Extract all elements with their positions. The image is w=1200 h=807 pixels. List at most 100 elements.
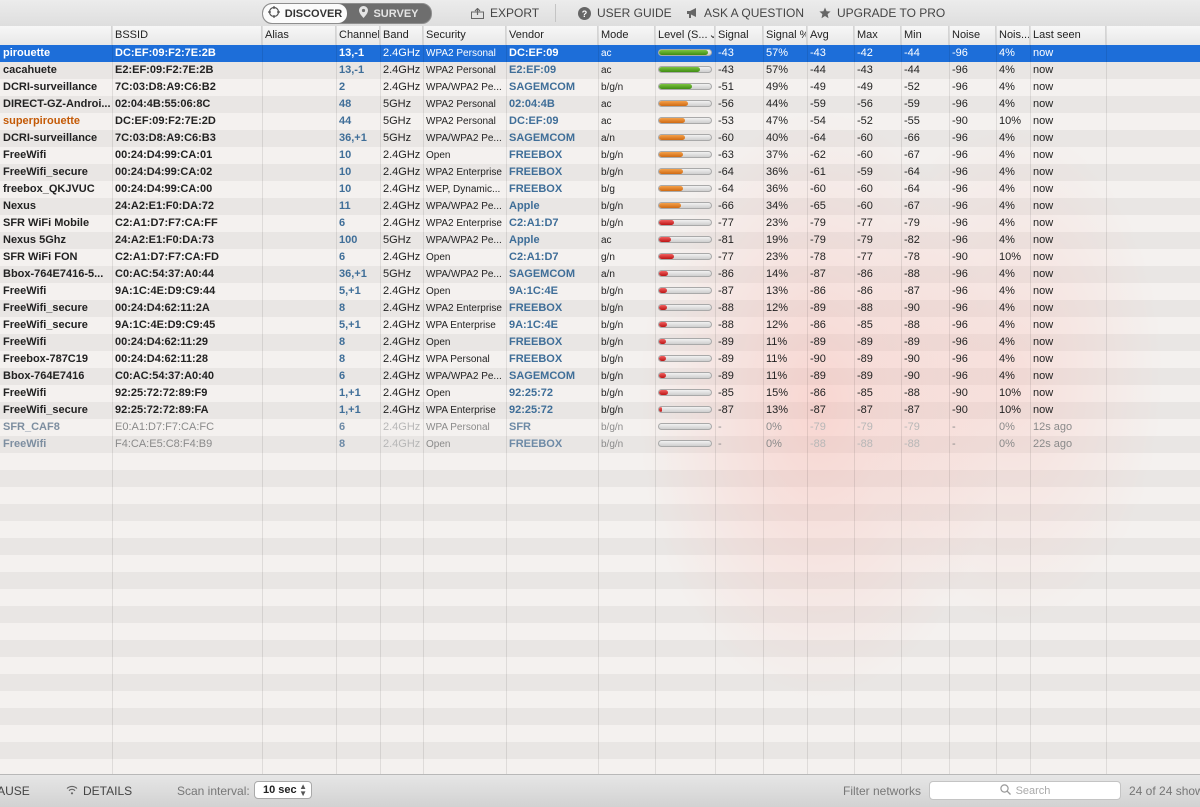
cell-max: -86 [857, 268, 873, 280]
cell-channel: 44 [339, 115, 352, 127]
survey-tab[interactable]: SURVEY [347, 4, 431, 23]
map-pin-icon [359, 6, 369, 21]
upgrade-button[interactable]: UPGRADE TO PRO [819, 6, 945, 20]
network-row[interactable]: SFR WiFi Mobile C2:A1:D7:F7:CA:FF 6 2.4GHz W… [0, 215, 1200, 232]
pause-button[interactable]: PAUSE [0, 784, 30, 798]
network-row[interactable]: Nexus 5Ghz 24:A2:E1:F0:DA:73 100 5GHz WPA/WP… [0, 232, 1200, 249]
cell-noise-pct: 10% [999, 404, 1022, 416]
column-header-signal-pct[interactable]: Signal % [763, 26, 807, 45]
signal-level-bar [658, 151, 712, 158]
column-header-mode[interactable]: Mode [598, 26, 655, 45]
cell-alias [262, 368, 336, 385]
cell-alias [262, 232, 336, 249]
column-header-channel[interactable]: Channel [336, 26, 380, 45]
cell-noise-pct: 4% [999, 268, 1015, 280]
cell-last-seen: now [1033, 64, 1054, 76]
network-row[interactable]: FreeWifi_secure 00:24:D4:62:11:2A 8 2.4GHz W… [0, 300, 1200, 317]
column-header-last-seen[interactable]: Last seen [1030, 26, 1106, 45]
cell-avg: -87 [810, 268, 826, 280]
user-guide-label: USER GUIDE [597, 6, 672, 20]
cell-last-seen: now [1033, 81, 1054, 93]
wifi-icon [66, 784, 78, 798]
cell-noise-pct: 0% [999, 438, 1015, 450]
cell-max: -79 [857, 234, 873, 246]
network-row[interactable]: Bbox-764E7416 C0:AC:54:37:A0:40 6 2.4GHz WPA… [0, 368, 1200, 385]
cell-bssid: F4:CA:E5:C8:F4:B9 [115, 438, 213, 450]
cell-noise: -96 [952, 64, 968, 76]
cell-noise-pct: 4% [999, 81, 1015, 93]
column-header-signal[interactable]: Signal [715, 26, 763, 45]
network-row[interactable]: cacahuete E2:EF:09:F2:7E:2B 13,-1 2.4GHz WPA… [0, 62, 1200, 79]
network-row[interactable]: Bbox-764E7416-5... C0:AC:54:37:A0:44 36,+1… [0, 266, 1200, 283]
network-row[interactable]: DCRI-surveillance 7C:03:D8:A9:C6:B3 36,+1 5… [0, 130, 1200, 147]
cell-noise-pct: 4% [999, 217, 1015, 229]
cell-network-name: Bbox-764E7416-5... [3, 268, 104, 280]
export-button[interactable]: EXPORT [471, 6, 539, 20]
cell-signal: -43 [718, 64, 734, 76]
cell-signal: -89 [718, 336, 734, 348]
network-row[interactable]: Nexus 24:A2:E1:F0:DA:72 11 2.4GHz WPA/WPA2 P… [0, 198, 1200, 215]
signal-level-bar [658, 117, 712, 124]
cell-max: -49 [857, 81, 873, 93]
cell-bssid: 9A:1C:4E:D9:C9:45 [115, 319, 216, 331]
cell-max: -86 [857, 285, 873, 297]
network-row[interactable]: FreeWifi 00:24:D4:62:11:29 8 2.4GHz Open FREE… [0, 334, 1200, 351]
column-header-noise-pct[interactable]: Nois... [996, 26, 1030, 45]
search-input[interactable]: Search [929, 781, 1121, 800]
cell-noise-pct: 4% [999, 370, 1015, 382]
cell-security: Open [426, 150, 451, 161]
network-row[interactable]: FreeWifi_secure 92:25:72:72:89:FA 1,+1 2.4G… [0, 402, 1200, 419]
network-row[interactable]: FreeWifi 00:24:D4:99:CA:01 10 2.4GHz Open FRE… [0, 147, 1200, 164]
network-row[interactable]: pirouette DC:EF:09:F2:7E:2B 13,-1 2.4GHz WPA… [0, 45, 1200, 62]
column-header-alias[interactable]: Alias [262, 26, 336, 45]
cell-channel: 13,-1 [339, 64, 365, 76]
details-button[interactable]: DETAILS [66, 784, 132, 798]
network-row[interactable]: FreeWifi F4:CA:E5:C8:F4:B9 8 2.4GHz Open FREE… [0, 436, 1200, 453]
cell-vendor: Apple [509, 200, 540, 212]
network-row[interactable]: Freebox-787C19 00:24:D4:62:11:28 8 2.4GHz WP… [0, 351, 1200, 368]
column-header-name[interactable] [0, 26, 112, 45]
cell-network-name: Bbox-764E7416 [3, 370, 85, 382]
network-row[interactable]: SFR WiFi FON C2:A1:D7:F7:CA:FD 6 2.4GHz Open… [0, 249, 1200, 266]
column-header-min[interactable]: Min [901, 26, 949, 45]
column-header-max[interactable]: Max [854, 26, 901, 45]
network-row[interactable]: FreeWifi 92:25:72:72:89:F9 1,+1 2.4GHz Open 9… [0, 385, 1200, 402]
network-row[interactable]: freebox_QKJVUC 00:24:D4:99:CA:00 10 2.4GHz W… [0, 181, 1200, 198]
column-header-noise[interactable]: Noise [949, 26, 996, 45]
discover-tab[interactable]: DISCOVER [263, 4, 347, 23]
cell-bssid: 92:25:72:72:89:FA [115, 404, 209, 416]
signal-level-fill [659, 254, 675, 259]
cell-signal-pct: 11% [766, 353, 788, 365]
column-header-avg[interactable]: Avg [807, 26, 854, 45]
column-header-band[interactable]: Band [380, 26, 423, 45]
network-row[interactable]: FreeWifi 9A:1C:4E:D9:C9:44 5,+1 2.4GHz Open 9… [0, 283, 1200, 300]
ask-question-button[interactable]: ASK A QUESTION [686, 6, 804, 20]
cell-mode: ac [601, 116, 612, 127]
signal-level-bar [658, 406, 712, 413]
signal-level-fill [659, 135, 685, 140]
cell-min: -67 [904, 200, 920, 212]
network-row[interactable]: DCRI-surveillance 7C:03:D8:A9:C6:B2 2 2.4GH… [0, 79, 1200, 96]
megaphone-icon [686, 7, 698, 19]
cell-signal-pct: 36% [766, 183, 789, 195]
cell-mode: b/g/n [601, 150, 624, 161]
signal-level-bar [658, 168, 712, 175]
network-row[interactable]: FreeWifi_secure 9A:1C:4E:D9:C9:45 5,+1 2.4G… [0, 317, 1200, 334]
column-header-security[interactable]: Security [423, 26, 506, 45]
network-row[interactable]: superpirouette DC:EF:09:F2:7E:2D 44 5GHz WPA… [0, 113, 1200, 130]
cell-channel: 8 [339, 438, 346, 450]
user-guide-button[interactable]: ? USER GUIDE [578, 6, 672, 20]
network-row[interactable]: DIRECT-GZ-Androi... 02:04:4B:55:06:8C 48 5G… [0, 96, 1200, 113]
cell-bssid: 24:A2:E1:F0:DA:73 [115, 234, 215, 246]
cell-channel: 36,+1 [339, 132, 367, 144]
network-row[interactable]: SFR_CAF8 E0:A1:D7:F7:CA:FC 6 2.4GHz WPA Pers… [0, 419, 1200, 436]
network-row[interactable]: FreeWifi_secure 00:24:D4:99:CA:02 10 2.4GHz… [0, 164, 1200, 181]
pause-label: PAUSE [0, 784, 30, 798]
column-header-vendor[interactable]: Vendor [506, 26, 598, 45]
scan-interval-select[interactable]: 10 sec ▲ ▼ [254, 781, 312, 799]
column-header-level[interactable]: Level (S...⌄ [655, 26, 715, 45]
cell-network-name: FreeWifi_secure [3, 166, 88, 178]
column-header-bssid[interactable]: BSSID [112, 26, 262, 45]
cell-last-seen: now [1033, 234, 1054, 246]
cell-max: -60 [857, 200, 873, 212]
